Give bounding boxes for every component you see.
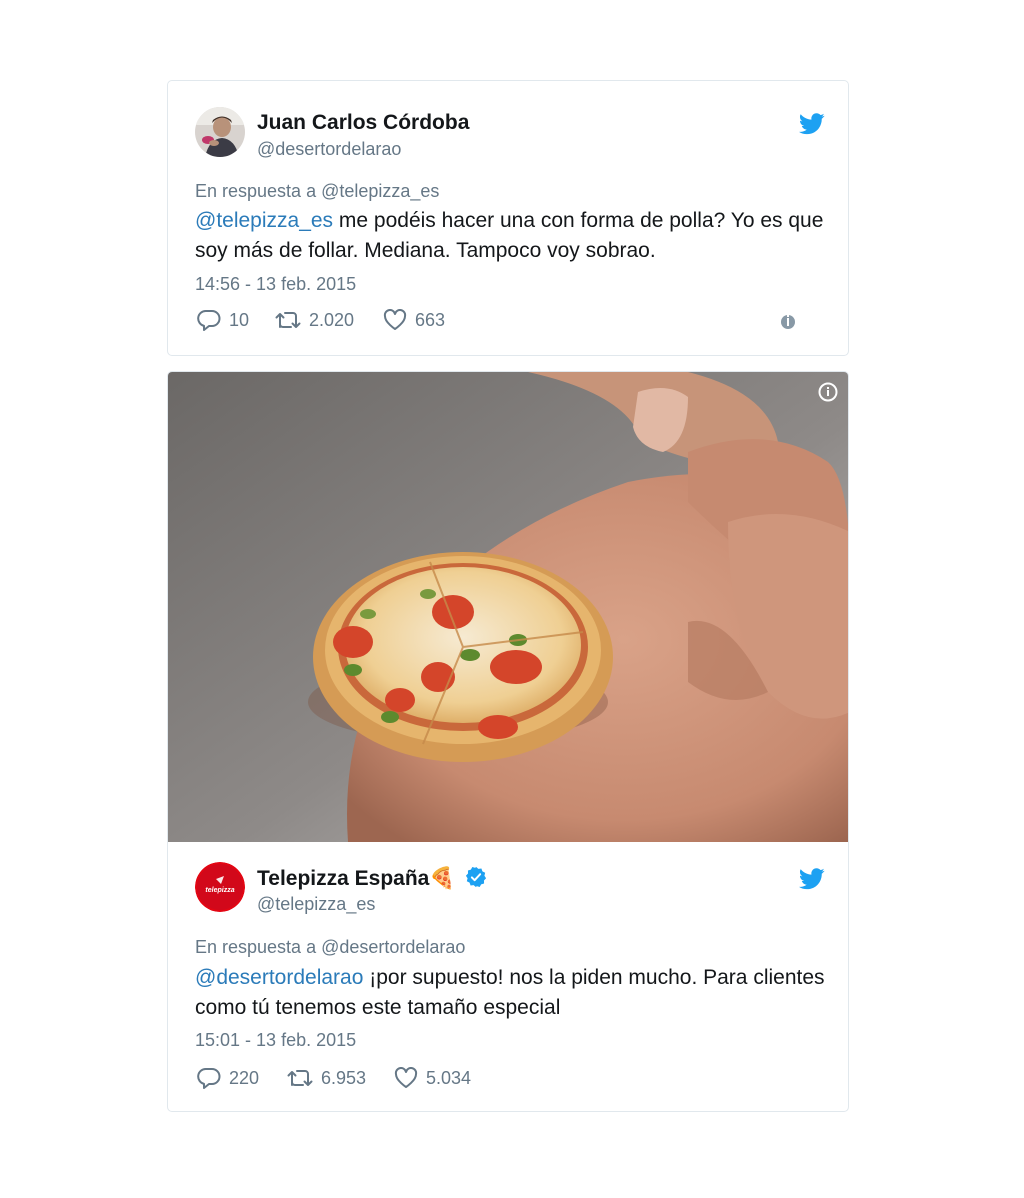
reply-button[interactable]: 220 <box>197 1067 259 1089</box>
twitter-bird-icon[interactable] <box>799 868 825 890</box>
author-name-text: Telepizza España <box>257 867 430 890</box>
mention-link[interactable]: @desertordelarao <box>195 966 363 989</box>
reply-to-link[interactable]: @telepizza_es <box>321 181 439 201</box>
reply-button[interactable]: 10 <box>197 309 249 331</box>
like-button[interactable]: 663 <box>383 309 445 331</box>
telepizza-logo-text: telepizza <box>205 887 234 894</box>
retweet-count: 2.020 <box>309 309 355 330</box>
author-handle[interactable]: @desertordelarao <box>257 139 401 160</box>
mention-link[interactable]: @telepizza_es <box>195 209 333 232</box>
retweet-icon <box>275 312 301 328</box>
mini-pizza-photo[interactable] <box>168 372 849 842</box>
tweet-actions: 220 6.953 5.034 <box>195 1067 825 1093</box>
tweet-header: Juan Carlos Córdoba @desertordelarao <box>195 107 825 159</box>
heart-icon <box>394 1067 418 1088</box>
author-name[interactable]: Telepizza España🍕 <box>257 866 487 891</box>
tweet-card-juan-carlos[interactable]: Juan Carlos Córdoba @desertordelarao En … <box>167 80 849 356</box>
retweet-button[interactable]: 2.020 <box>275 309 354 331</box>
retweet-count: 6.953 <box>321 1067 367 1088</box>
reply-count: 220 <box>229 1067 260 1088</box>
retweet-button[interactable]: 6.953 <box>287 1067 366 1089</box>
tweet-timestamp[interactable]: 14:56 - 13 feb. 2015 <box>195 274 356 295</box>
info-icon[interactable] <box>781 315 795 329</box>
reply-prefix: En respuesta a <box>195 937 317 957</box>
avatar[interactable] <box>195 107 245 157</box>
reply-to-link[interactable]: @desertordelarao <box>321 937 465 957</box>
tweet-header: telepizza Telepizza España🍕 @telepizza_e… <box>195 862 825 914</box>
reply-count: 10 <box>229 309 250 330</box>
reply-context: En respuesta a @telepizza_es <box>195 181 439 202</box>
tweet-timestamp[interactable]: 15:01 - 13 feb. 2015 <box>195 1030 356 1051</box>
tweet-text: @telepizza_es me podéis hacer una con fo… <box>195 206 825 266</box>
like-count: 5.034 <box>426 1067 472 1088</box>
tweet-actions: 10 2.020 663 <box>195 309 825 335</box>
like-count: 663 <box>415 309 446 330</box>
avatar[interactable]: telepizza <box>195 862 245 912</box>
info-icon[interactable] <box>818 382 838 402</box>
heart-icon <box>383 309 407 330</box>
tweet-card-telepizza[interactable]: telepizza Telepizza España🍕 @telepizza_e… <box>167 371 849 1112</box>
author-handle[interactable]: @telepizza_es <box>257 894 375 915</box>
retweet-icon <box>287 1070 313 1086</box>
reply-context: En respuesta a @desertordelarao <box>195 937 465 958</box>
twitter-bird-icon[interactable] <box>799 113 825 135</box>
reply-icon <box>197 309 221 331</box>
tweet-text: @desertordelarao ¡por supuesto! nos la p… <box>195 963 825 1023</box>
author-name[interactable]: Juan Carlos Córdoba <box>257 111 469 135</box>
pizza-emoji: 🍕 <box>429 867 456 890</box>
reply-prefix: En respuesta a <box>195 181 317 201</box>
reply-icon <box>197 1067 221 1089</box>
like-button[interactable]: 5.034 <box>394 1067 471 1089</box>
verified-badge-icon <box>466 866 487 888</box>
